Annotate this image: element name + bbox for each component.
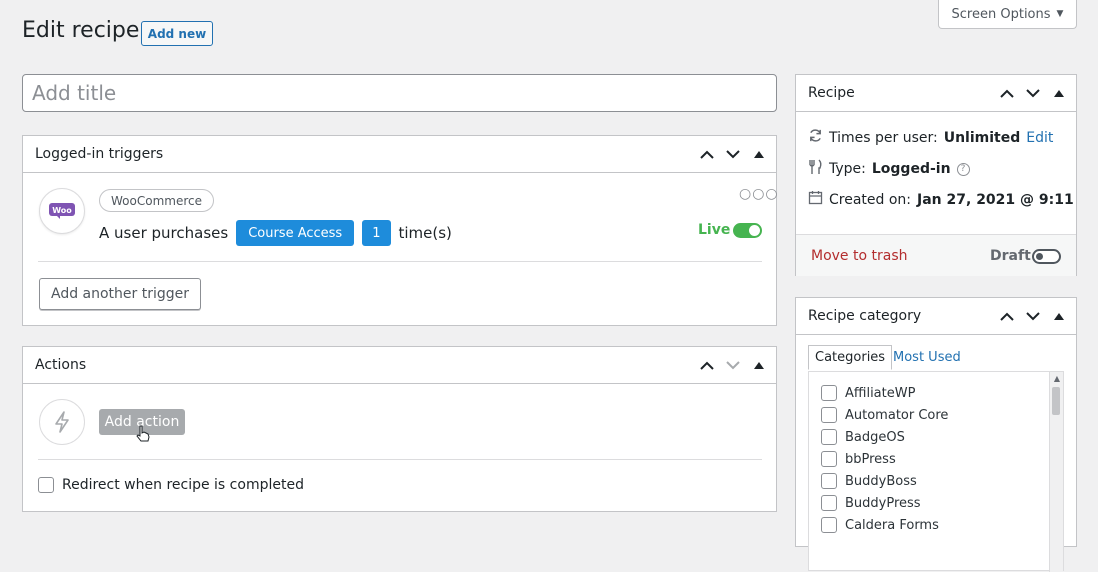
recipe-panel: Recipe Times per user: Unlimited Edit Ty…: [795, 74, 1077, 276]
scroll-up-icon[interactable]: ▲: [1054, 374, 1060, 383]
category-label: BuddyPress: [845, 495, 921, 511]
screen-options-button[interactable]: Screen Options ▼: [938, 0, 1077, 29]
trigger-sentence: A user purchases Course Access 1 time(s): [99, 220, 452, 246]
list-item: Caldera Forms: [821, 517, 939, 533]
times-value: Unlimited: [943, 129, 1021, 146]
recipe-category-panel: Recipe category Categories Most Used Aff…: [795, 297, 1077, 572]
collapse-toggle-icon[interactable]: [750, 146, 768, 164]
redirect-label: Redirect when recipe is completed: [62, 477, 304, 493]
lightning-bolt-icon: [39, 399, 85, 445]
category-label: BuddyBoss: [845, 473, 917, 489]
list-item: BuddyPress: [821, 495, 921, 511]
edit-times-link[interactable]: Edit: [1026, 130, 1053, 146]
help-icon[interactable]: ?: [956, 162, 970, 176]
created-label: Created on:: [829, 191, 912, 208]
recipe-header: Recipe: [796, 75, 1076, 112]
category-checkbox[interactable]: [821, 385, 837, 401]
hand-cursor-icon: [135, 425, 151, 447]
actions-divider: [38, 459, 762, 460]
screen-options-label: Screen Options: [951, 6, 1051, 22]
redirect-option: Redirect when recipe is completed: [38, 477, 304, 493]
refresh-icon: [808, 128, 823, 147]
move-up-icon[interactable]: [998, 308, 1016, 326]
triggers-header: Logged-in triggers: [23, 136, 776, 173]
list-item: BadgeOS: [821, 429, 905, 445]
triggers-panel: Logged-in triggers Woo WooCommerce A use…: [22, 135, 779, 326]
list-item: BuddyBoss: [821, 473, 917, 489]
triggers-heading: Logged-in triggers: [35, 146, 164, 162]
category-scrollbar[interactable]: ▲: [1049, 372, 1063, 572]
draft-label: Draft: [990, 248, 1031, 264]
move-up-icon[interactable]: [698, 146, 716, 164]
collapse-toggle-icon[interactable]: [1050, 85, 1068, 103]
category-label: BadgeOS: [845, 429, 905, 445]
category-label: bbPress: [845, 451, 896, 467]
category-label: AffiliateWP: [845, 385, 916, 401]
list-item: AffiliateWP: [821, 385, 915, 401]
created-value: Jan 27, 2021 @ 9:11: [917, 191, 1074, 208]
more-options-icon[interactable]: ○○○: [739, 186, 779, 202]
type-label: Type:: [829, 161, 866, 177]
actions-panel: Actions Add action Redirect when recipe …: [22, 346, 777, 512]
created-row: Created on: Jan 27, 2021 @ 9:11: [808, 190, 1074, 209]
category-checkbox[interactable]: [821, 517, 837, 533]
fork-knife-icon: [808, 159, 823, 179]
collapse-toggle-icon[interactable]: [750, 357, 768, 375]
category-checkbox[interactable]: [821, 407, 837, 423]
tab-most-used[interactable]: Most Used: [893, 345, 961, 370]
move-down-icon[interactable]: [1024, 308, 1042, 326]
move-up-icon[interactable]: [998, 85, 1016, 103]
category-header: Recipe category: [796, 298, 1076, 335]
category-list: AffiliateWP Automator Core BadgeOS bbPre…: [808, 371, 1064, 572]
caret-down-icon: ▼: [1056, 9, 1064, 19]
category-checkbox[interactable]: [821, 451, 837, 467]
list-item: bbPress: [821, 451, 896, 467]
woocommerce-logo-icon: Woo: [39, 188, 85, 234]
category-label: Caldera Forms: [845, 517, 939, 533]
scroll-thumb[interactable]: [1052, 387, 1060, 415]
actions-header: Actions: [23, 347, 776, 384]
integration-pill: WooCommerce: [99, 189, 214, 212]
category-checkbox[interactable]: [821, 473, 837, 489]
category-checkbox[interactable]: [821, 429, 837, 445]
move-down-icon[interactable]: [724, 357, 742, 375]
actions-heading: Actions: [35, 357, 87, 373]
recipe-footer: Move to trash Draft: [796, 234, 1076, 276]
move-to-trash-link[interactable]: Move to trash: [811, 248, 908, 264]
redirect-checkbox[interactable]: [38, 477, 54, 493]
times-label: Times per user:: [829, 129, 938, 146]
category-checkbox[interactable]: [821, 495, 837, 511]
page-title: Edit recipe: [22, 18, 140, 43]
list-item: Automator Core: [821, 407, 948, 423]
type-row: Type: Logged-in ?: [808, 159, 970, 179]
trigger-divider: [38, 261, 762, 262]
collapse-toggle-icon[interactable]: [1050, 308, 1068, 326]
calendar-icon: [808, 190, 823, 209]
draft-toggle[interactable]: [1032, 249, 1061, 264]
move-up-icon[interactable]: [698, 357, 716, 375]
type-value: Logged-in: [871, 161, 951, 177]
move-down-icon[interactable]: [724, 146, 742, 164]
title-input[interactable]: Add title: [22, 74, 777, 112]
trigger-sentence-prefix: A user purchases: [99, 224, 229, 242]
product-token[interactable]: Course Access: [236, 220, 355, 246]
category-heading: Recipe category: [808, 308, 922, 324]
status-live-label: Live: [698, 222, 731, 238]
category-label: Automator Core: [845, 407, 949, 423]
trigger-sentence-suffix: time(s): [398, 224, 452, 242]
times-per-user-row: Times per user: Unlimited Edit: [808, 128, 1053, 147]
add-new-button[interactable]: Add new: [141, 21, 213, 46]
live-toggle[interactable]: [733, 223, 762, 238]
count-token[interactable]: 1: [362, 220, 391, 246]
add-trigger-button[interactable]: Add another trigger: [39, 278, 201, 310]
move-down-icon[interactable]: [1024, 85, 1042, 103]
tab-categories[interactable]: Categories: [808, 345, 893, 370]
svg-text:Woo: Woo: [52, 206, 72, 215]
recipe-heading: Recipe: [808, 85, 855, 101]
